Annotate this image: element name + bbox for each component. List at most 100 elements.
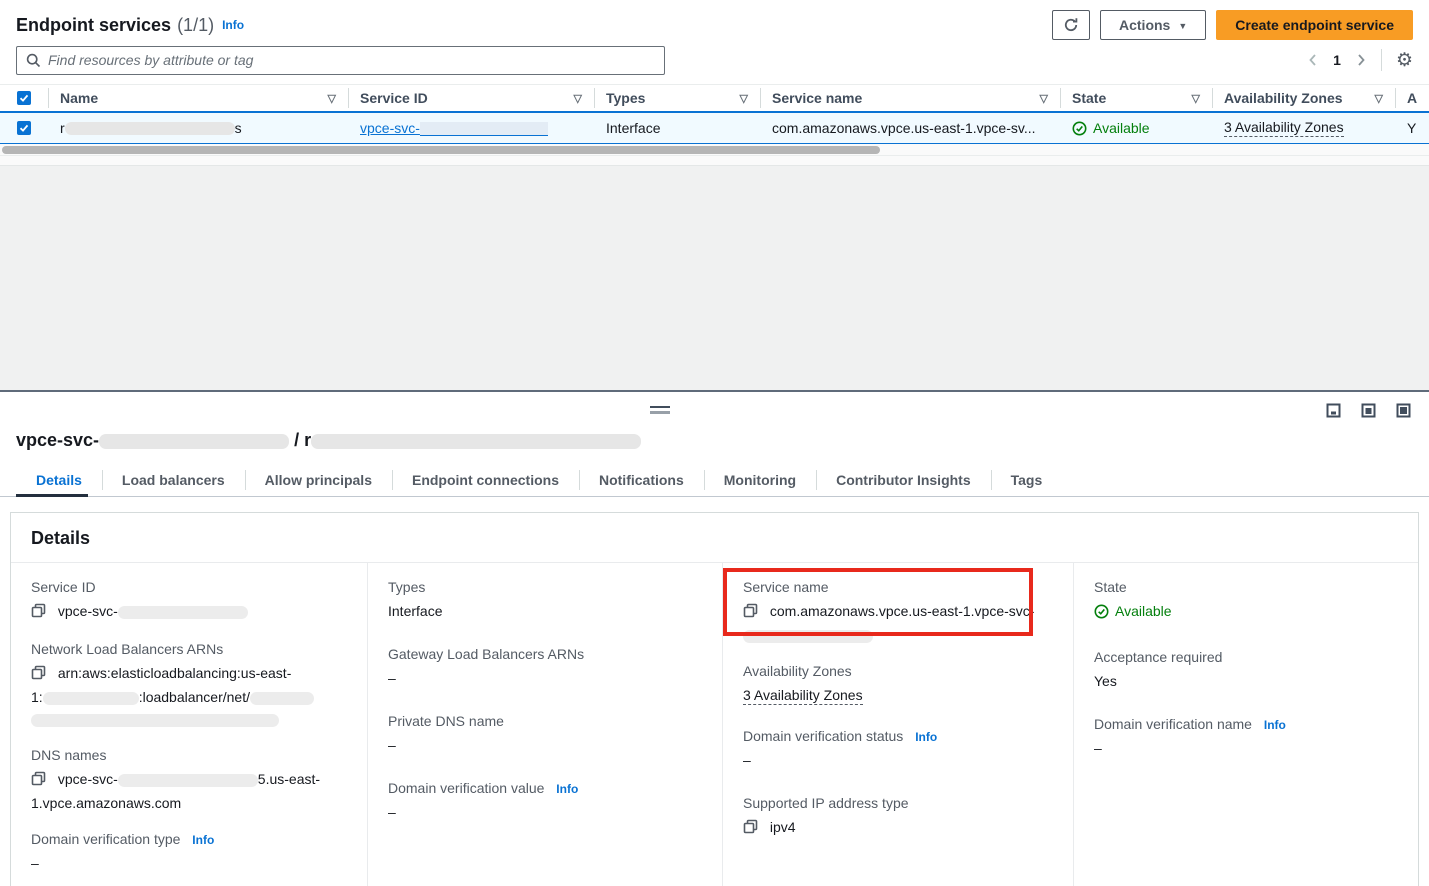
- header-info-link[interactable]: Info: [222, 18, 244, 32]
- az-popover-trigger[interactable]: 3 Availability Zones: [743, 687, 863, 705]
- refresh-icon: [1063, 17, 1079, 33]
- split-panel-title: vpce-svc- / r: [0, 392, 1429, 451]
- tab-load-balancers[interactable]: Load balancers: [102, 464, 245, 496]
- filter-types-icon[interactable]: ▽: [740, 92, 748, 105]
- search-input[interactable]: [48, 52, 655, 68]
- dvs-info-link[interactable]: Info: [915, 730, 937, 744]
- search-box[interactable]: [16, 46, 665, 75]
- details-column-4: State Available Acceptance required Yes: [1074, 563, 1418, 886]
- cell-service-id: vpce-svc-: [348, 113, 594, 143]
- field-availability-zones: Availability Zones 3 Availability Zones: [743, 663, 1053, 706]
- previous-page-icon[interactable]: [1307, 53, 1319, 67]
- pagination: 1 ⚙: [1307, 49, 1413, 71]
- select-all-checkbox[interactable]: [17, 91, 31, 105]
- row-checkbox[interactable]: [17, 121, 31, 135]
- horizontal-scrollbar: [0, 144, 1429, 156]
- actions-button[interactable]: Actions ▼: [1100, 10, 1206, 40]
- split-panel-drag-handle-icon[interactable]: [650, 406, 670, 414]
- column-header-types[interactable]: Types ▽: [594, 85, 760, 111]
- copy-icon[interactable]: [743, 821, 762, 837]
- filter-name-icon[interactable]: ▽: [328, 92, 336, 105]
- tab-endpoint-connections[interactable]: Endpoint connections: [392, 464, 579, 496]
- caret-down-icon: ▼: [1178, 21, 1187, 31]
- tab-monitoring[interactable]: Monitoring: [704, 464, 816, 496]
- az-popover-trigger[interactable]: 3 Availability Zones: [1224, 119, 1344, 137]
- panel-position-bottom-icon[interactable]: [1326, 403, 1341, 421]
- field-state: State Available: [1094, 579, 1398, 625]
- panel-position-side-icon[interactable]: [1361, 403, 1376, 421]
- toolbar-divider: [1381, 49, 1382, 71]
- dvn-info-link[interactable]: Info: [1264, 718, 1286, 732]
- dvt-info-link[interactable]: Info: [192, 833, 214, 847]
- table-header-row: Name ▽ Service ID ▽ Types ▽ Service name…: [0, 84, 1429, 111]
- filter-state-icon[interactable]: ▽: [1192, 92, 1200, 105]
- page-number[interactable]: 1: [1333, 52, 1341, 68]
- column-header-availability-zones[interactable]: Availability Zones ▽: [1212, 85, 1395, 111]
- cell-types: Interface: [594, 113, 760, 143]
- create-endpoint-service-button[interactable]: Create endpoint service: [1216, 10, 1413, 40]
- search-icon: [26, 53, 41, 68]
- redacted-service-id: [420, 122, 548, 136]
- cell-name: rs: [48, 113, 348, 143]
- tab-notifications[interactable]: Notifications: [579, 464, 704, 496]
- copy-icon[interactable]: [31, 605, 50, 621]
- details-column-1: Service ID vpce-svc- Network Load Balanc…: [11, 563, 368, 886]
- field-service-name: Service name com.amazonaws.vpce.us-east-…: [743, 579, 1053, 646]
- copy-icon[interactable]: [31, 773, 50, 789]
- resource-count: (1/1): [177, 15, 214, 36]
- field-supported-ip: Supported IP address type ipv4: [743, 795, 1053, 840]
- tab-contributor-insights[interactable]: Contributor Insights: [816, 464, 991, 496]
- field-dns-names: DNS names vpce-svc-5.us-east- 1.vpce.ama…: [31, 747, 347, 814]
- redacted-name: [65, 122, 235, 135]
- endpoint-services-list-section: Endpoint services (1/1) Info Actions ▼ C…: [0, 0, 1429, 390]
- cell-state: Available: [1060, 113, 1212, 143]
- page-title: Endpoint services: [16, 15, 171, 36]
- actions-button-label: Actions: [1119, 17, 1170, 33]
- dvv-info-link[interactable]: Info: [556, 782, 578, 796]
- field-domain-verification-status: Domain verification status Info –: [743, 728, 1053, 771]
- redacted-title-name: [311, 434, 641, 449]
- redacted-service-name-tail: [743, 630, 873, 643]
- list-header: Endpoint services (1/1) Info Actions ▼ C…: [0, 0, 1429, 44]
- service-id-link[interactable]: vpce-svc-: [360, 120, 548, 136]
- field-acceptance-required: Acceptance required Yes: [1094, 649, 1398, 692]
- next-page-icon[interactable]: [1355, 53, 1367, 67]
- column-header-state[interactable]: State ▽: [1060, 85, 1212, 111]
- redacted-lb-name: [250, 692, 314, 705]
- column-header-name[interactable]: Name ▽: [48, 85, 348, 111]
- endpoint-services-table: Name ▽ Service ID ▽ Types ▽ Service name…: [0, 84, 1429, 390]
- tab-allow-principals[interactable]: Allow principals: [245, 464, 392, 496]
- filter-az-icon[interactable]: ▽: [1375, 92, 1383, 105]
- field-glb-arns: Gateway Load Balancers ARNs –: [388, 646, 702, 689]
- column-header-service-name[interactable]: Service name ▽: [760, 85, 1060, 111]
- field-domain-verification-value: Domain verification value Info –: [388, 780, 702, 823]
- available-check-icon: [1094, 604, 1109, 619]
- field-types: Types Interface: [388, 579, 702, 622]
- table-row[interactable]: rs vpce-svc- Interface com.amazonaws.vpc…: [0, 111, 1429, 144]
- available-check-icon: [1072, 121, 1087, 136]
- preferences-gear-icon[interactable]: ⚙: [1396, 51, 1413, 70]
- tab-tags[interactable]: Tags: [991, 464, 1063, 496]
- filter-service-name-icon[interactable]: ▽: [1040, 92, 1048, 105]
- redacted-arn-tail: [31, 714, 279, 727]
- copy-icon[interactable]: [31, 667, 50, 683]
- field-private-dns-name: Private DNS name –: [388, 713, 702, 756]
- cell-service-name: com.amazonaws.vpce.us-east-1.vpce-sv...: [760, 113, 1060, 143]
- tab-details[interactable]: Details: [16, 464, 102, 496]
- column-header-truncated[interactable]: A: [1395, 85, 1429, 111]
- details-card-heading: Details: [11, 513, 1418, 563]
- field-service-id: Service ID vpce-svc-: [31, 579, 347, 624]
- field-domain-verification-type: Domain verification type Info –: [31, 831, 347, 874]
- filter-service-id-icon[interactable]: ▽: [574, 92, 582, 105]
- panel-maximize-icon[interactable]: [1396, 403, 1411, 421]
- list-toolbar: 1 ⚙: [0, 44, 1429, 84]
- field-domain-verification-name: Domain verification name Info –: [1094, 716, 1398, 759]
- empty-background: [0, 166, 1429, 390]
- copy-icon[interactable]: [743, 605, 762, 621]
- split-panel-tabs: Details Load balancers Allow principals …: [0, 464, 1429, 497]
- details-column-3: Service name com.amazonaws.vpce.us-east-…: [723, 563, 1074, 886]
- refresh-button[interactable]: [1052, 10, 1090, 40]
- column-header-service-id[interactable]: Service ID ▽: [348, 85, 594, 111]
- horizontal-scrollbar-thumb[interactable]: [2, 146, 880, 154]
- redacted-title-id: [99, 434, 289, 449]
